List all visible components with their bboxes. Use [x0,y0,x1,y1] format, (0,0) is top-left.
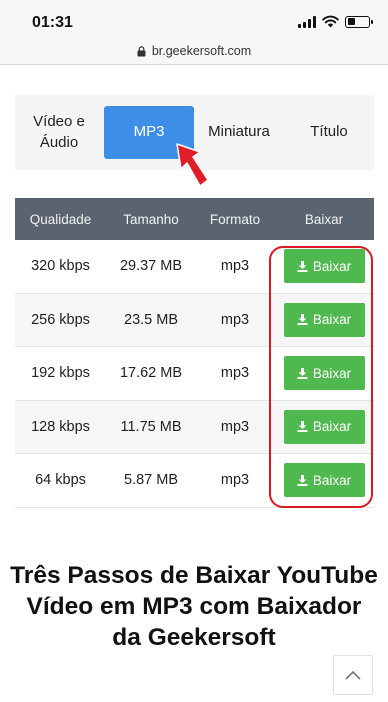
chevron-up-icon [345,670,361,680]
header-size: Tamanho [123,211,179,227]
tab-titulo[interactable]: Título [285,95,373,170]
format-cell: mp3 [220,418,250,435]
battery-icon [345,15,373,28]
size-cell: 23.5 MB [124,311,178,328]
format-cell: mp3 [220,311,250,328]
format-cell: mp3 [220,472,250,489]
lock-icon [137,45,146,56]
annotation-highlight-box [269,246,373,508]
status-icons [298,15,373,28]
quality-cell: 320 kbps [31,258,90,275]
header-format: Formato [209,211,261,227]
signal-icon [298,15,316,28]
size-cell: 17.62 MB [119,365,183,382]
url-text: br.geekersoft.com [151,44,252,58]
tab-video-audio[interactable]: Vídeo e Áudio [15,95,103,170]
section-heading: Três Passos de Baixar YouTube Vídeo em M… [10,562,378,651]
quality-cell: 256 kbps [31,311,90,328]
format-cell: mp3 [220,258,250,275]
table-header: Qualidade Tamanho Formato Baixar [15,198,374,240]
size-cell: 5.87 MB [124,472,178,489]
address-bar[interactable]: br.geekersoft.com [0,38,388,64]
format-cell: mp3 [220,365,250,382]
quality-cell: 128 kbps [31,418,90,435]
size-cell: 29.37 MB [119,258,183,275]
quality-cell: 64 kbps [35,472,86,489]
wifi-icon [322,15,339,28]
header-download: Baixar [304,211,344,227]
status-time: 01:31 [32,14,73,31]
header-quality: Qualidade [29,211,92,227]
scroll-to-top-button[interactable] [333,655,373,695]
red-arrow-icon [176,143,209,187]
toolbar-divider [0,64,388,65]
size-cell: 11.75 MB [120,418,182,435]
quality-cell: 192 kbps [31,365,90,382]
